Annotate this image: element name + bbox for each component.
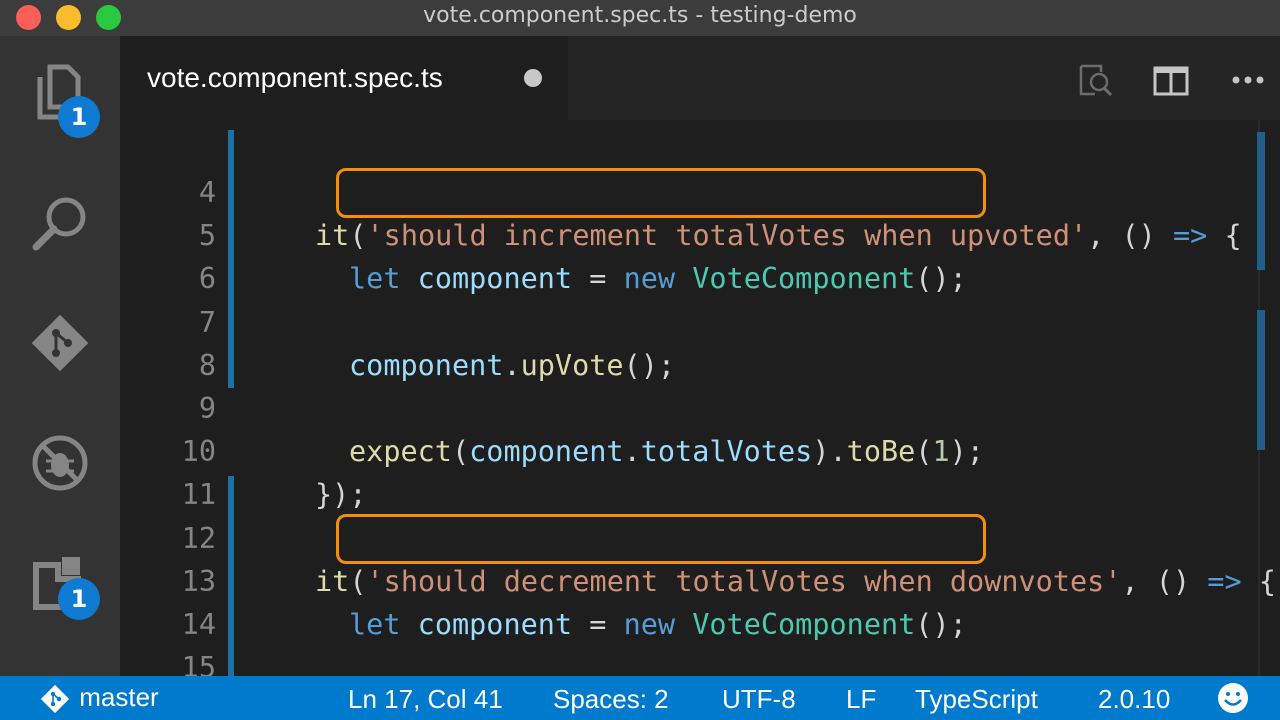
code-line[interactable]: 9 expect(component.totalVotes).toBe(1); [120, 344, 1280, 468]
title-bar: vote.component.spec.ts - testing-demo [0, 0, 1280, 36]
branch-indicator[interactable]: master [40, 682, 159, 714]
scrollbar-change-marker [1257, 310, 1265, 450]
highlight-box [336, 168, 986, 218]
git-branch-icon [40, 684, 70, 714]
code-editor[interactable]: 4 it('should increment totalVotes when u… [120, 120, 1280, 676]
split-editor-button[interactable] [1151, 60, 1191, 100]
open-changes-button[interactable] [1075, 60, 1115, 100]
typescript-version[interactable]: 2.0.10 [1098, 684, 1170, 715]
activity-source-control[interactable] [0, 286, 120, 396]
scrollbar-change-marker [1257, 132, 1265, 270]
debug-icon [32, 435, 88, 491]
encoding-setting[interactable]: UTF-8 [722, 684, 796, 715]
activity-debug[interactable] [0, 406, 120, 516]
split-editor-icon [1153, 66, 1189, 96]
status-bar: master Ln 17, Col 41 Spaces: 2 UTF-8 LF … [0, 676, 1280, 720]
activity-extensions[interactable]: 1 [0, 526, 120, 636]
ellipsis-icon [1232, 76, 1264, 84]
code-line[interactable]: 16 [120, 646, 1280, 676]
activity-bar: 1 1 [0, 36, 120, 676]
indentation-setting[interactable]: Spaces: 2 [553, 684, 669, 715]
tab-vote-component-spec[interactable]: vote.component.spec.ts [120, 36, 568, 120]
highlight-box [336, 514, 986, 564]
code-line[interactable]: 4 it('should increment totalVotes when u… [120, 128, 1280, 252]
smiley-feedback-icon[interactable] [1216, 681, 1250, 715]
code-line[interactable]: 6 [120, 214, 1280, 295]
search-icon [32, 197, 86, 251]
more-actions-button[interactable] [1228, 60, 1268, 100]
window-title: vote.component.spec.ts - testing-demo [423, 3, 857, 28]
scrollbar-change-marker [1257, 432, 1265, 450]
activity-search[interactable] [0, 166, 120, 276]
tab-label: vote.component.spec.ts [147, 62, 443, 93]
code-line[interactable]: 7 component.upVote(); [120, 258, 1280, 382]
code-line[interactable]: 10 }); [120, 387, 1280, 511]
cursor-position[interactable]: Ln 17, Col 41 [348, 684, 503, 715]
unsaved-dot-icon[interactable] [524, 69, 542, 87]
activity-explorer[interactable]: 1 [0, 36, 120, 146]
tab-bar: vote.component.spec.ts [120, 36, 1280, 120]
code-line[interactable]: 14 [120, 560, 1280, 641]
search-document-icon [1079, 64, 1113, 97]
eol-setting[interactable]: LF [846, 684, 876, 715]
language-mode[interactable]: TypeScript [915, 684, 1038, 715]
branch-name: master [79, 682, 159, 712]
code-line[interactable]: 11 [120, 430, 1280, 511]
explorer-badge: 1 [58, 96, 100, 138]
code-line[interactable]: 8 [120, 301, 1280, 382]
git-icon [31, 314, 89, 372]
code-line[interactable]: 12 it('should decrement totalVotes when … [120, 474, 1280, 598]
code-line[interactable]: 15 component.downVote(); [120, 603, 1280, 676]
extensions-badge: 1 [58, 578, 100, 620]
